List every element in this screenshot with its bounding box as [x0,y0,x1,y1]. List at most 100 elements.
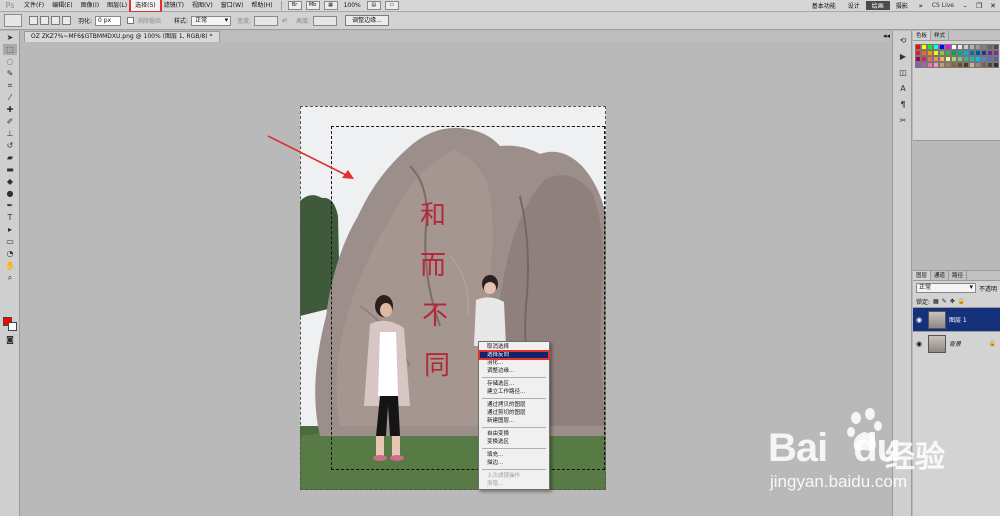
3d-tool-icon[interactable]: ◔ [3,248,17,259]
paragraph-panel-icon[interactable]: ¶ [896,99,910,111]
minimize-icon[interactable]: – [958,2,972,10]
menu-separator [482,448,546,449]
menu-select-inverse[interactable]: 选择反向 [478,350,550,360]
workspace-photography[interactable]: 摄影 [890,1,914,10]
navigator-panel-icon[interactable]: ◫ [896,67,910,79]
workspace-painting[interactable]: 绘画 [865,1,890,10]
minibridge-icon[interactable]: Mb [305,1,320,10]
menu-window[interactable]: 窗口(W) [217,0,248,11]
crop-tool-icon[interactable]: ⌗ [3,80,17,91]
zoom-level[interactable]: 100% [340,0,365,11]
blur-tool-icon[interactable]: ◆ [3,176,17,187]
eye-icon[interactable]: ◉ [913,340,925,348]
layer-row[interactable]: ◉ 图层 1 [913,307,1000,331]
eyedropper-tool-icon[interactable]: ⁄ [3,92,17,103]
eye-icon[interactable]: ◉ [913,316,925,324]
intersect-selection-icon[interactable] [62,16,71,25]
close-icon[interactable]: ✕ [986,2,1000,10]
menu-layer-via-copy[interactable]: 通过拷贝的图层 [479,401,549,409]
more-workspaces-icon[interactable]: » [914,2,928,10]
workspace-design[interactable]: 设计 [842,1,866,10]
dodge-tool-icon[interactable]: ● [3,188,17,199]
menu-deselect[interactable]: 取消选择 [479,343,549,351]
character-panel-icon[interactable]: A [896,83,910,95]
blend-mode-select[interactable]: 正常 [916,283,976,293]
menu-fill[interactable]: 填充... [479,451,549,459]
background-color-swatch[interactable] [8,322,17,331]
menu-free-transform[interactable]: 自由变换 [479,430,549,438]
menu-separator [482,398,546,399]
menu-save-selection[interactable]: 存储选区... [479,380,549,388]
gradient-tool-icon[interactable]: ▬ [3,164,17,175]
restore-icon[interactable]: ❐ [972,2,986,10]
workspace-essentials[interactable]: 基本功能 [806,1,842,10]
menu-feather[interactable]: 羽化... [479,359,549,367]
marquee-tool-icon[interactable]: ⬚ [3,44,17,55]
height-input[interactable] [313,15,338,26]
menu-edit[interactable]: 编辑(E) [48,0,76,11]
tool-preset-picker[interactable] [4,14,22,27]
layer-row[interactable]: ◉ 背景 🔒 [913,331,1000,355]
style-select[interactable]: 正常 [191,15,232,26]
zoom-tool-icon[interactable]: ⌕ [3,272,17,283]
menu-view[interactable]: 视图(V) [188,0,217,11]
view-extras-icon[interactable]: ▦ [323,1,338,10]
menu-layer[interactable]: 图层(L) [103,0,131,11]
type-tool-icon[interactable]: T [3,212,17,223]
quick-mask-icon[interactable]: ◙ [3,334,17,345]
collapse-panels-icon[interactable]: ◂◂ [883,32,890,40]
shape-tool-icon[interactable]: ▭ [3,236,17,247]
menu-new-layer[interactable]: 新建图层... [479,417,549,425]
document-tab[interactable]: OZ ZKZ7%~MF6$GTBMMDXU.png @ 100% (图层 1, … [24,31,220,42]
feather-input[interactable]: 0 px [95,15,122,26]
bridge-icon[interactable]: Br [287,1,302,10]
antialias-checkbox[interactable] [127,17,135,24]
menu-transform-selection[interactable]: 变换选区 [479,438,549,446]
menu-refine-edge[interactable]: 调整边缘... [479,367,549,375]
add-selection-icon[interactable] [40,16,49,25]
tab-styles[interactable]: 样式 [931,31,950,40]
healing-tool-icon[interactable]: ✚ [3,104,17,115]
actions-panel-icon[interactable]: ▶ [896,51,910,63]
color-swatch[interactable] [993,62,999,68]
arrange-documents-icon[interactable]: ▤ [366,1,381,10]
menu-layer-via-cut[interactable]: 通过剪切的图层 [479,409,549,417]
hand-tool-icon[interactable]: ✋ [3,260,17,271]
tab-channels[interactable]: 通道 [931,271,950,280]
history-panel-icon[interactable]: ⟲ [896,35,910,47]
menu-file[interactable]: 文件(F) [20,0,48,11]
menu-stroke[interactable]: 描边... [479,459,549,467]
lock-all-icon[interactable]: 🔒 [958,298,965,305]
antialias-label: 消除锯齿 [137,18,162,25]
subtract-selection-icon[interactable] [51,16,60,25]
new-selection-icon[interactable] [29,16,38,25]
lock-position-icon[interactable]: ✥ [950,298,955,305]
brush-tool-icon[interactable]: ✐ [3,116,17,127]
tab-paths[interactable]: 路径 [949,271,968,280]
baidu-watermark: Bai du 经验 jingyan.baidu.com [760,408,1000,508]
menu-filter[interactable]: 滤镜(T) [160,0,188,11]
lock-pixels-icon[interactable]: ✎ [942,298,947,305]
lasso-tool-icon[interactable]: ◌ [3,56,17,67]
menu-help[interactable]: 帮助(H) [247,0,276,11]
selection-marquee[interactable] [331,126,605,470]
tool-presets-panel-icon[interactable]: ✂ [896,115,910,127]
menu-select[interactable]: 选择(S) [129,0,162,13]
refine-edge-button[interactable]: 调整边缘... [345,15,389,26]
swap-icon[interactable]: ⇄ [282,17,287,24]
stamp-tool-icon[interactable]: ⊥ [3,128,17,139]
screen-mode-icon[interactable]: ▭ [384,1,399,10]
menu-image[interactable]: 图像(I) [77,0,103,11]
move-tool-icon[interactable]: ➤ [3,32,17,43]
menu-make-work-path[interactable]: 建立工作路径... [479,388,549,396]
path-select-tool-icon[interactable]: ▸ [3,224,17,235]
pen-tool-icon[interactable]: ✒ [3,200,17,211]
history-brush-icon[interactable]: ↺ [3,140,17,151]
eraser-tool-icon[interactable]: ▰ [3,152,17,163]
tab-swatches[interactable]: 色板 [913,31,932,40]
lock-transparent-icon[interactable]: ▦ [933,298,939,305]
tab-layers[interactable]: 图层 [913,271,932,280]
cs-live[interactable]: CS Live [928,2,958,9]
quick-select-tool-icon[interactable]: ✎ [3,68,17,79]
width-input[interactable] [254,15,279,26]
